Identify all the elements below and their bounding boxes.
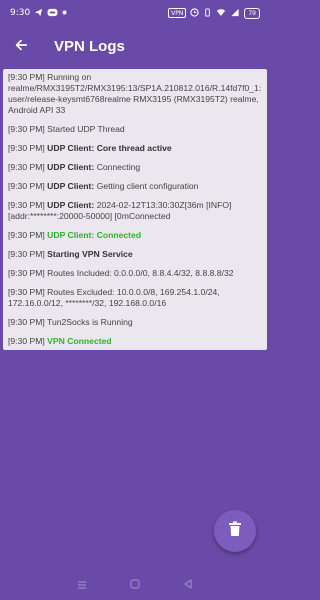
app-bar: VPN Logs bbox=[0, 26, 270, 66]
log-label-connected: UDP Client: Connected bbox=[47, 230, 142, 240]
log-message: Getting client configuration bbox=[96, 181, 199, 191]
back-button[interactable] bbox=[2, 26, 40, 66]
log-time: [9:30 PM] bbox=[8, 336, 45, 346]
log-message: Running on realme/RMX3195T2/RMX3195:13/S… bbox=[8, 72, 262, 115]
log-label: UDP Client: bbox=[47, 181, 95, 191]
telegram-icon bbox=[34, 8, 43, 19]
status-right: VPN 79 bbox=[168, 7, 260, 19]
log-entry: [9:30 PM] UDP Client: Getting client con… bbox=[8, 181, 264, 192]
log-time: [9:30 PM] bbox=[8, 181, 45, 191]
log-time: [9:30 PM] bbox=[8, 249, 45, 259]
log-label: Starting VPN Service bbox=[47, 249, 133, 259]
log-panel[interactable]: [9:30 PM] Running on realme/RMX3195T2/RM… bbox=[3, 69, 267, 350]
log-time: [9:30 PM] bbox=[8, 200, 45, 210]
log-time: [9:30 PM] bbox=[8, 72, 45, 82]
log-entry: [9:30 PM] UDP Client: Connecting bbox=[8, 162, 264, 173]
log-label: UDP Client: bbox=[47, 162, 95, 172]
vibrate-icon bbox=[203, 7, 212, 19]
system-nav-bar bbox=[0, 568, 270, 600]
log-label-connected: VPN Connected bbox=[47, 336, 112, 346]
log-entry: [9:30 PM] Running on realme/RMX3195T2/RM… bbox=[8, 72, 264, 116]
log-entry: [9:30 PM] VPN Connected bbox=[8, 336, 264, 347]
log-time: [9:30 PM] bbox=[8, 268, 45, 278]
alarm-icon bbox=[190, 7, 199, 19]
back-nav-button[interactable] bbox=[178, 574, 198, 594]
log-time: [9:30 PM] bbox=[8, 317, 45, 327]
status-left: 9:30 bbox=[10, 8, 67, 19]
back-triangle-icon bbox=[182, 575, 194, 594]
home-button[interactable] bbox=[125, 574, 145, 594]
log-time: [9:30 PM] bbox=[8, 230, 45, 240]
arrow-back-icon bbox=[14, 37, 28, 56]
menu-icon bbox=[76, 575, 88, 594]
log-entry: [9:30 PM] Starting VPN Service bbox=[8, 249, 264, 260]
log-entry: [9:30 PM] Tun2Socks is Running bbox=[8, 317, 264, 328]
log-time: [9:30 PM] bbox=[8, 287, 45, 297]
status-bar: 9:30 VPN 79 bbox=[0, 0, 270, 26]
log-entry: [9:30 PM] UDP Client: Core thread active bbox=[8, 143, 264, 154]
log-label: UDP Client: bbox=[47, 200, 95, 210]
log-time: [9:30 PM] bbox=[8, 124, 45, 134]
log-message: Core thread active bbox=[96, 143, 172, 153]
page-title: VPN Logs bbox=[54, 37, 125, 55]
notification-icon bbox=[47, 8, 58, 19]
log-entry: [9:30 PM] UDP Client: Connected bbox=[8, 230, 264, 241]
log-message: Tun2Socks is Running bbox=[47, 317, 133, 327]
log-entry: [9:30 PM] Routes Excluded: 10.0.0.0/8, 1… bbox=[8, 287, 264, 309]
signal-icon bbox=[230, 8, 240, 19]
battery-indicator: 79 bbox=[244, 7, 260, 19]
clear-logs-button[interactable] bbox=[214, 510, 256, 552]
recents-button[interactable] bbox=[72, 574, 92, 594]
log-time: [9:30 PM] bbox=[8, 162, 45, 172]
log-message: Routes Included: 0.0.0.0/0, 8.8.4.4/32, … bbox=[47, 268, 234, 278]
dot-icon bbox=[62, 9, 67, 17]
log-time: [9:30 PM] bbox=[8, 143, 45, 153]
vpn-badge: VPN bbox=[168, 8, 187, 18]
log-entry: [9:30 PM] Started UDP Thread bbox=[8, 124, 264, 135]
trash-icon bbox=[228, 521, 242, 541]
log-message: Started UDP Thread bbox=[47, 124, 125, 134]
status-time: 9:30 bbox=[10, 8, 31, 18]
wifi-icon bbox=[216, 8, 226, 19]
log-entry: [9:30 PM] UDP Client: 2024-02-12T13:30:3… bbox=[8, 200, 264, 222]
log-label: UDP Client: bbox=[47, 143, 95, 153]
log-message: Connecting bbox=[96, 162, 141, 172]
log-entry: [9:30 PM] Routes Included: 0.0.0.0/0, 8.… bbox=[8, 268, 264, 279]
home-icon bbox=[129, 575, 141, 594]
